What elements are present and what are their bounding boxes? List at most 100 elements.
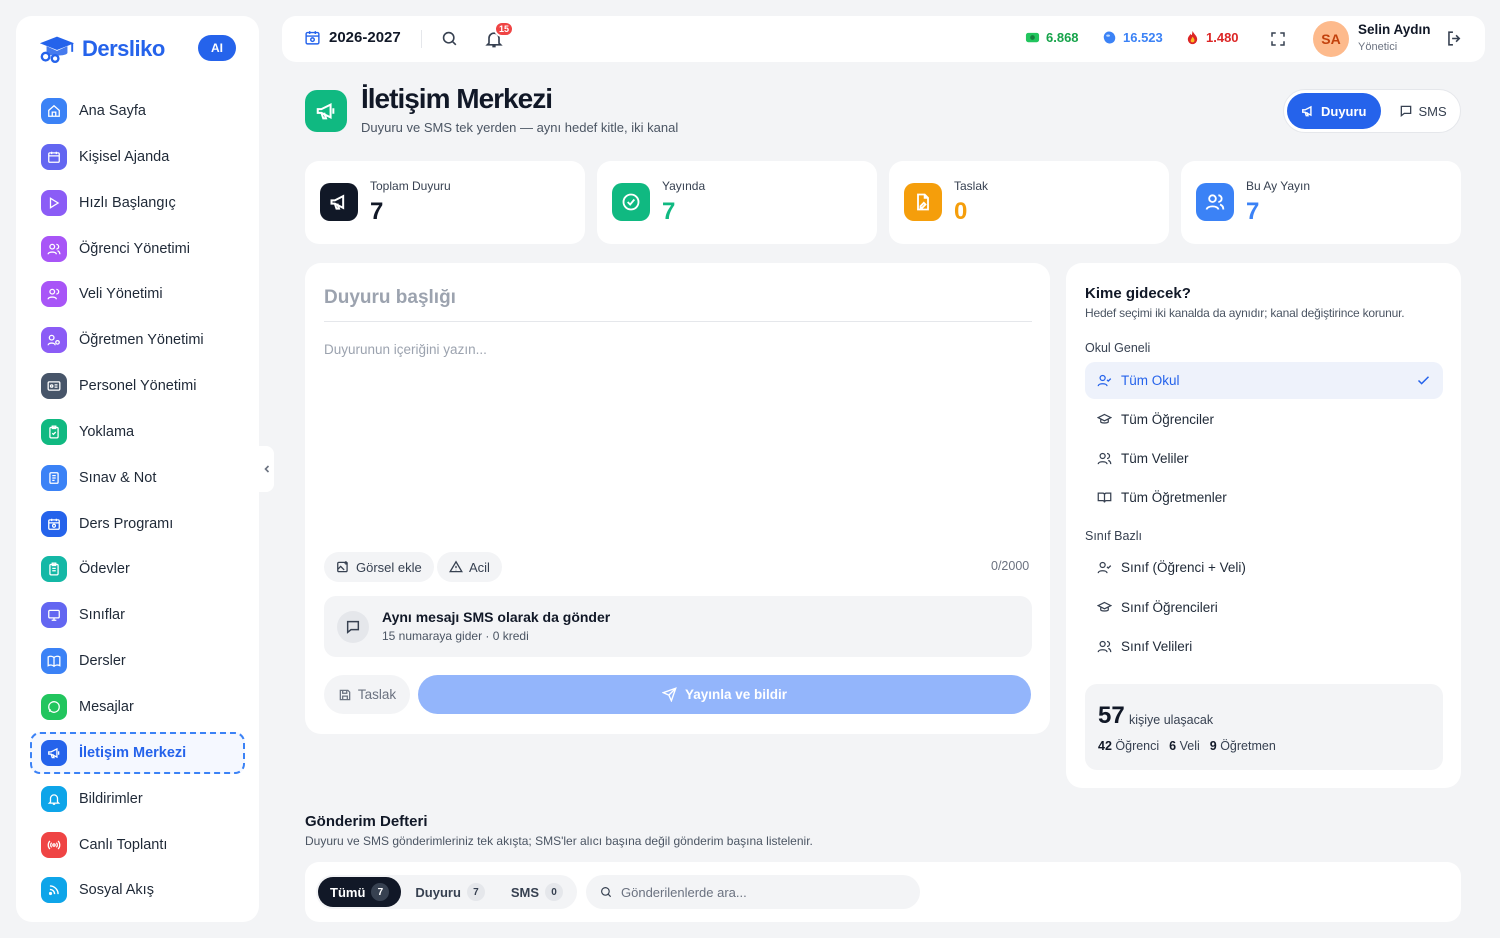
sidebar-item-label: Ders Programı <box>79 515 174 532</box>
user-check-icon <box>1097 373 1112 388</box>
publish-button[interactable]: Yayınla ve bildir <box>418 675 1031 714</box>
brand-logo[interactable]: Dersliko <box>38 32 165 66</box>
sidebar-item-label: Öğrenci Yönetimi <box>79 240 190 257</box>
tab-count: 7 <box>466 883 485 901</box>
audience-option-tum-veliler[interactable]: Tüm Veliler <box>1085 440 1443 477</box>
sidebar-item-label: Sınav & Not <box>79 469 157 486</box>
stat-flame[interactable]: 1.480 <box>1185 30 1239 45</box>
sidebar-item-label: Bildirimler <box>79 790 143 807</box>
sidebar-item-iletisim-merkezi[interactable]: İletişim Merkezi <box>30 731 245 774</box>
sidebar-item-kisisel-ajanda[interactable]: Kişisel Ajanda <box>30 136 245 178</box>
sidebar-item-label: Personel Yönetimi <box>79 378 197 395</box>
avatar[interactable]: SA <box>1313 21 1349 57</box>
id-card-icon <box>41 373 67 400</box>
sidebar-item-mesajlar[interactable]: Mesajlar <box>30 686 245 728</box>
graduation-cap-icon <box>38 34 76 64</box>
stat-cash[interactable]: 6.868 <box>1025 30 1079 45</box>
reach-breakdown: 42 Öğrenci 6 Veli 9 Öğretmen <box>1098 739 1276 753</box>
tab-duyuru[interactable]: Duyuru <box>1287 93 1381 129</box>
save-icon <box>338 688 352 702</box>
flame-icon <box>1185 30 1200 45</box>
ai-badge[interactable]: AI <box>198 35 236 61</box>
log-toolbar: Tümü 7 Duyuru 7 SMS 0 <box>305 862 1461 922</box>
user-check-icon <box>1097 560 1112 575</box>
sidebar-item-sinav-not[interactable]: Sınav & Not <box>30 457 245 499</box>
sidebar-item-label: Ana Sayfa <box>79 103 146 119</box>
urgent-label: Acil <box>469 559 490 575</box>
sidebar-item-ders-programi[interactable]: Ders Programı <box>30 503 245 545</box>
sidebar-item-ana-sayfa[interactable]: Ana Sayfa <box>30 90 245 132</box>
academic-year-selector[interactable]: 2026-2027 <box>304 29 401 46</box>
broadcast-icon <box>41 831 67 858</box>
stat-card-this-month: Bu Ay Yayın 7 <box>1181 161 1461 244</box>
page-title: İletişim Merkezi <box>361 83 553 114</box>
page-subtitle: Duyuru ve SMS tek yerden — aynı hedef ki… <box>361 120 679 135</box>
logout-icon[interactable] <box>1445 29 1464 48</box>
add-image-label: Görsel ekle <box>356 559 422 575</box>
audience-option-tum-ogretmenler[interactable]: Tüm Öğretmenler <box>1085 479 1443 516</box>
tab-tumu[interactable]: Tümü 7 <box>318 877 402 907</box>
sms-copy-option[interactable]: Aynı mesajı SMS olarak da gönder 15 numa… <box>324 596 1032 657</box>
stat-card-label: Toplam Duyuru <box>370 179 451 193</box>
tab-duyuru[interactable]: Duyuru 7 <box>403 877 497 907</box>
reach-summary: 57 kişiye ulaşacak 42 Öğrenci 6 Veli 9 Ö… <box>1085 684 1443 770</box>
urgent-toggle[interactable]: Acil <box>437 552 502 582</box>
stat-card-value: 7 <box>662 198 676 225</box>
stat-value: 16.523 <box>1123 30 1163 45</box>
sidebar-item-label: Öğretmen Yönetimi <box>79 332 204 349</box>
sidebar-item-hizli-baslangic[interactable]: Hızlı Başlangıç <box>30 182 245 224</box>
cash-icon <box>1025 30 1040 45</box>
sidebar-nav: Ana Sayfa Kişisel Ajanda Hızlı Başlangıç… <box>30 90 245 915</box>
sidebar-item-ogrenci-yonetimi[interactable]: Öğrenci Yönetimi <box>30 228 245 270</box>
log-search-input[interactable] <box>621 884 901 900</box>
sidebar-collapse-button[interactable] <box>259 446 274 492</box>
stat-value: 1.480 <box>1206 30 1239 45</box>
send-icon <box>661 687 677 702</box>
option-label: Tüm Öğretmenler <box>1121 490 1227 505</box>
sidebar-item-bildirimler[interactable]: Bildirimler <box>30 778 245 820</box>
sidebar-item-siniflar[interactable]: Sınıflar <box>30 594 245 636</box>
sidebar-item-canli-toplanti[interactable]: Canlı Toplantı <box>30 824 245 866</box>
stat-card-value: 0 <box>954 198 968 225</box>
stat-card-value: 7 <box>1246 198 1260 225</box>
tab-sms[interactable]: SMS 0 <box>499 877 575 907</box>
log-filter-tabs: Tümü 7 Duyuru 7 SMS 0 <box>316 875 578 909</box>
search-icon <box>599 885 613 899</box>
tab-count: 0 <box>545 883 564 901</box>
sidebar-item-dersler[interactable]: Dersler <box>30 640 245 682</box>
reach-label: kişiye ulaşacak <box>1129 713 1214 727</box>
sidebar-item-personel-yonetimi[interactable]: Personel Yönetimi <box>30 365 245 407</box>
tab-sms[interactable]: SMS <box>1385 93 1461 129</box>
announcement-body-input[interactable]: Duyurunun içeriğini yazın... <box>324 342 487 357</box>
audience-option-sinif-ogrenci-veli[interactable]: Sınıf (Öğrenci + Veli) <box>1085 549 1443 586</box>
sidebar-item-ogretmen-yonetimi[interactable]: Öğretmen Yönetimi <box>30 319 245 361</box>
announcement-title-input[interactable]: Duyuru başlığı <box>324 287 1032 322</box>
search-icon[interactable] <box>440 29 459 48</box>
sidebar-item-odevler[interactable]: Ödevler <box>30 548 245 590</box>
exam-icon <box>41 464 67 491</box>
stat-card-label: Yayında <box>662 179 706 193</box>
image-add-icon <box>336 560 350 574</box>
divider <box>421 30 422 48</box>
audience-option-tum-okul[interactable]: Tüm Okul <box>1085 362 1443 399</box>
sidebar-item-yoklama[interactable]: Yoklama <box>30 411 245 453</box>
sidebar-item-sosyal-akis[interactable]: Sosyal Akış <box>30 869 245 911</box>
homework-icon <box>41 556 67 583</box>
stat-gem[interactable]: 16.523 <box>1102 30 1163 45</box>
audience-option-sinif-velileri[interactable]: Sınıf Velileri <box>1085 628 1443 665</box>
save-draft-button[interactable]: Taslak <box>324 675 410 714</box>
audience-option-tum-ogrenciler[interactable]: Tüm Öğrenciler <box>1085 401 1443 438</box>
draft-label: Taslak <box>357 687 397 702</box>
megaphone-icon <box>320 183 358 221</box>
add-image-button[interactable]: Görsel ekle <box>324 552 434 582</box>
stat-card-value: 7 <box>370 198 384 225</box>
option-label: Sınıf (Öğrenci + Veli) <box>1121 560 1246 575</box>
audience-option-sinif-ogrencileri[interactable]: Sınıf Öğrencileri <box>1085 589 1443 626</box>
stat-card-total: Toplam Duyuru 7 <box>305 161 585 244</box>
home-icon <box>41 98 67 124</box>
char-counter: 0/2000 <box>991 559 1030 573</box>
message-square-icon <box>1399 104 1413 118</box>
sidebar-item-veli-yonetimi[interactable]: Veli Yönetimi <box>30 273 245 315</box>
fullscreen-icon[interactable] <box>1269 30 1287 48</box>
tab-label: Duyuru <box>415 884 461 900</box>
